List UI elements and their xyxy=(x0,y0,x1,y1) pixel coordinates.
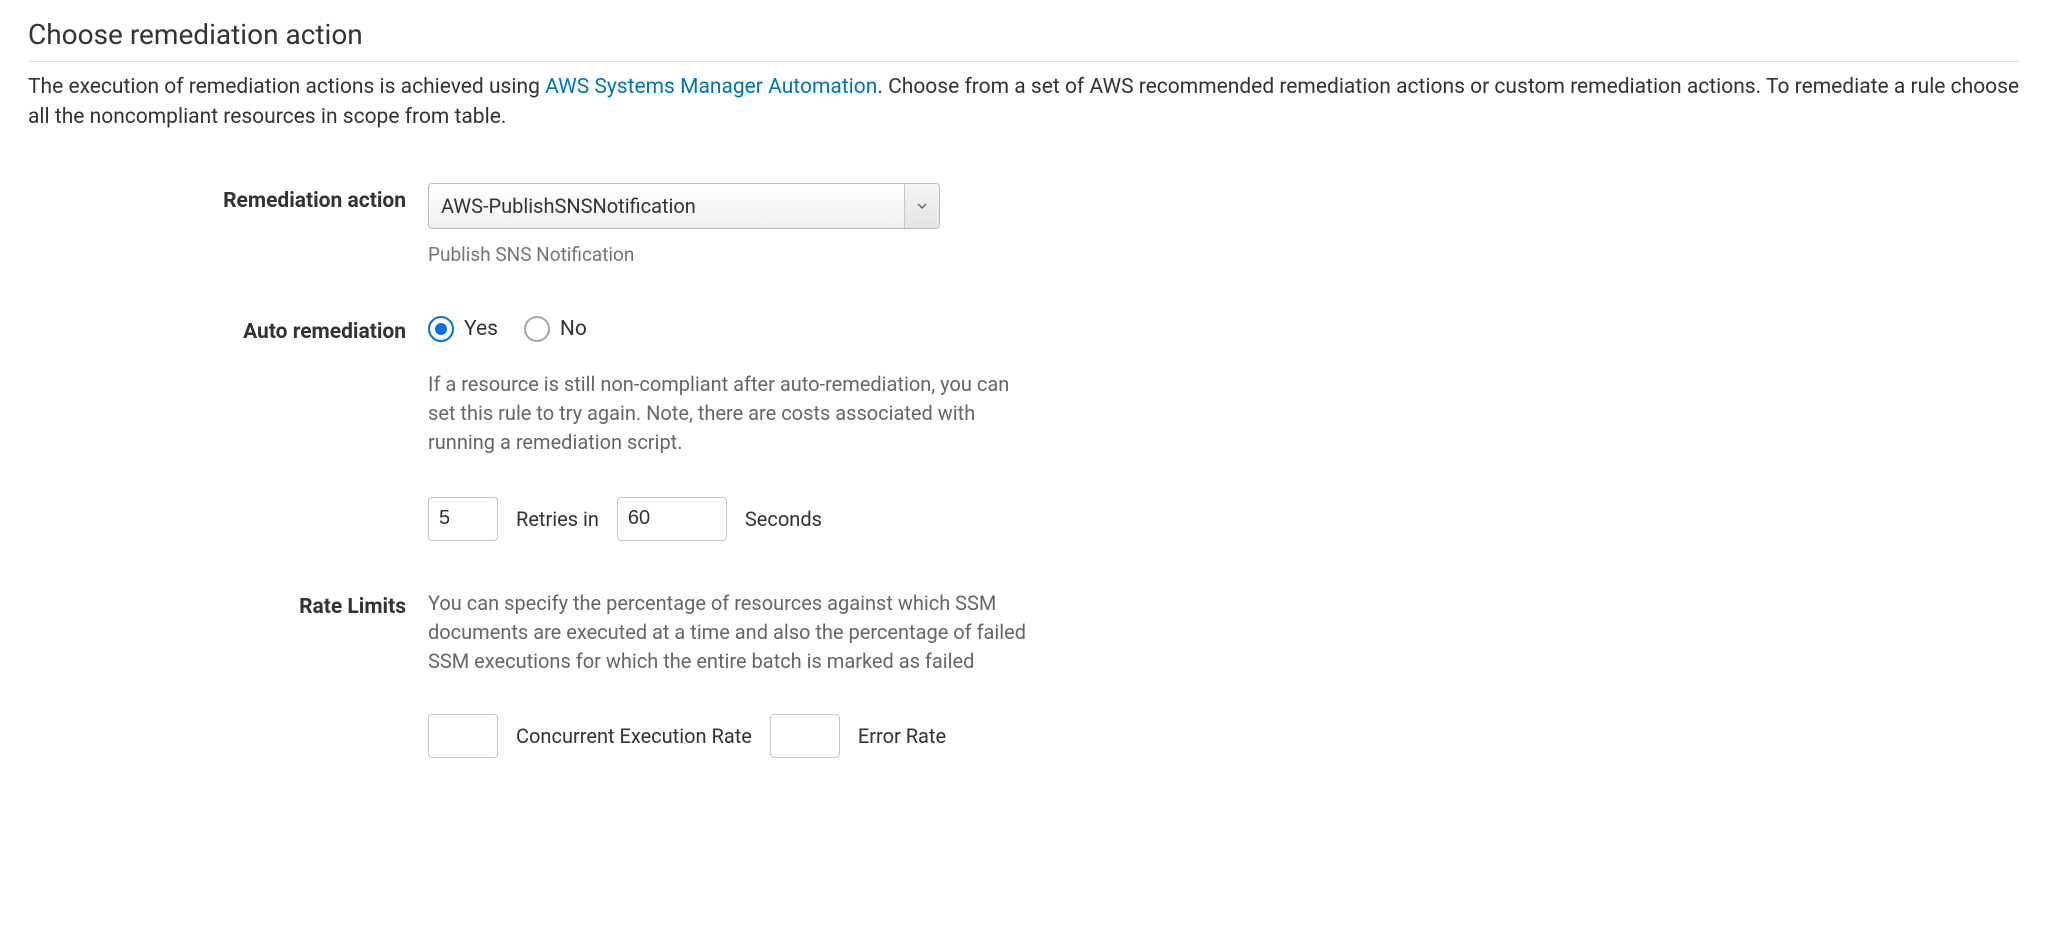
seconds-label: Seconds xyxy=(745,507,822,531)
remediation-action-value: AWS-PublishSNSNotification xyxy=(429,184,904,228)
row-auto-remediation: Auto remediation Yes No If a resource is… xyxy=(28,314,2020,541)
auto-remediation-control: Yes No If a resource is still non-compli… xyxy=(428,314,1038,541)
remediation-form-page: Choose remediation action The execution … xyxy=(0,0,2048,846)
radio-no-label: No xyxy=(560,317,587,341)
retries-label: Retries in xyxy=(516,507,599,531)
concurrent-rate-label: Concurrent Execution Rate xyxy=(516,724,752,748)
error-rate-label: Error Rate xyxy=(858,724,946,748)
ssm-automation-link[interactable]: AWS Systems Manager Automation xyxy=(545,75,877,99)
rate-limits-description: You can specify the percentage of resour… xyxy=(428,589,1038,676)
remediation-action-control: AWS-PublishSNSNotification Publish SNS N… xyxy=(428,183,1038,266)
section-title: Choose remediation action xyxy=(28,18,2020,62)
auto-remediation-label: Auto remediation xyxy=(28,314,428,344)
radio-yes-label: Yes xyxy=(464,317,498,341)
remediation-action-label: Remediation action xyxy=(28,183,428,213)
auto-remediation-no[interactable]: No xyxy=(524,316,587,342)
retries-row: Retries in Seconds xyxy=(428,497,1038,541)
error-rate-input[interactable] xyxy=(770,714,840,758)
auto-remediation-radio-group: Yes No xyxy=(428,314,1038,342)
retries-input[interactable] xyxy=(428,497,498,541)
select-dropdown-button[interactable] xyxy=(904,184,939,228)
row-remediation-action: Remediation action AWS-PublishSNSNotific… xyxy=(28,183,2020,266)
radio-no-icon xyxy=(524,316,550,342)
rate-inputs-row: Concurrent Execution Rate Error Rate xyxy=(428,714,1038,758)
concurrent-rate-input[interactable] xyxy=(428,714,498,758)
chevron-down-icon xyxy=(916,200,928,212)
form: Remediation action AWS-PublishSNSNotific… xyxy=(28,183,2020,758)
remediation-action-helper: Publish SNS Notification xyxy=(428,243,1038,266)
auto-remediation-description: If a resource is still non-compliant aft… xyxy=(428,370,1018,457)
radio-yes-icon xyxy=(428,316,454,342)
rate-limits-control: You can specify the percentage of resour… xyxy=(428,589,1038,758)
desc-part1: The execution of remediation actions is … xyxy=(28,75,545,99)
remediation-action-select[interactable]: AWS-PublishSNSNotification xyxy=(428,183,940,229)
rate-limits-label: Rate Limits xyxy=(28,589,428,619)
section-description: The execution of remediation actions is … xyxy=(28,72,2020,133)
auto-remediation-yes[interactable]: Yes xyxy=(428,316,498,342)
row-rate-limits: Rate Limits You can specify the percenta… xyxy=(28,589,2020,758)
seconds-input[interactable] xyxy=(617,497,727,541)
